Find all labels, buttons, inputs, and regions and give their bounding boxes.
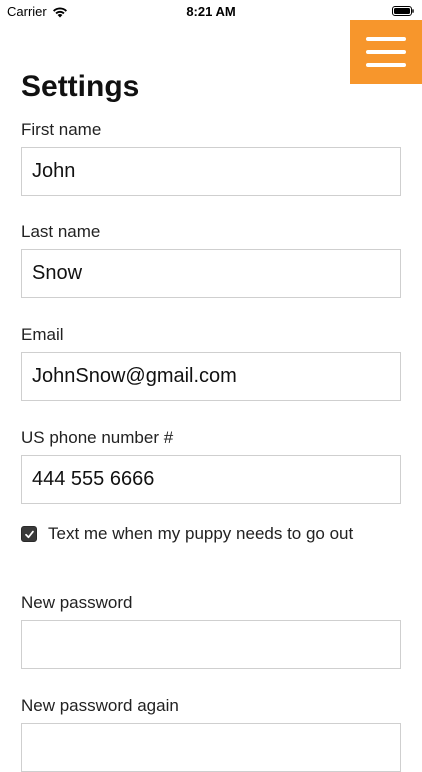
- phone-field[interactable]: [21, 455, 401, 504]
- last-name-label: Last name: [21, 222, 101, 241]
- new-password-label: New password: [21, 593, 133, 612]
- email-field[interactable]: [21, 352, 401, 401]
- battery-icon: [392, 6, 414, 16]
- checkmark-icon: [24, 530, 34, 538]
- phone-label: US phone number #: [21, 428, 174, 447]
- new-password-again-label: New password again: [21, 696, 179, 715]
- last-name-field[interactable]: [21, 249, 401, 298]
- menu-button[interactable]: [350, 20, 422, 84]
- first-name-field[interactable]: [21, 147, 401, 196]
- page-title: Settings: [21, 70, 140, 103]
- status-time: 8:21 AM: [186, 4, 236, 19]
- first-name-label: First name: [21, 120, 102, 139]
- new-password-field[interactable]: [21, 620, 401, 669]
- new-password-again-field[interactable]: [21, 723, 401, 772]
- email-label: Email: [21, 325, 64, 344]
- text-me-label: Text me when my puppy needs to go out: [48, 524, 354, 543]
- text-me-checkbox[interactable]: [21, 526, 37, 542]
- hamburger-icon: [366, 37, 406, 67]
- text-me-option[interactable]: Text me when my puppy needs to go out: [21, 523, 381, 545]
